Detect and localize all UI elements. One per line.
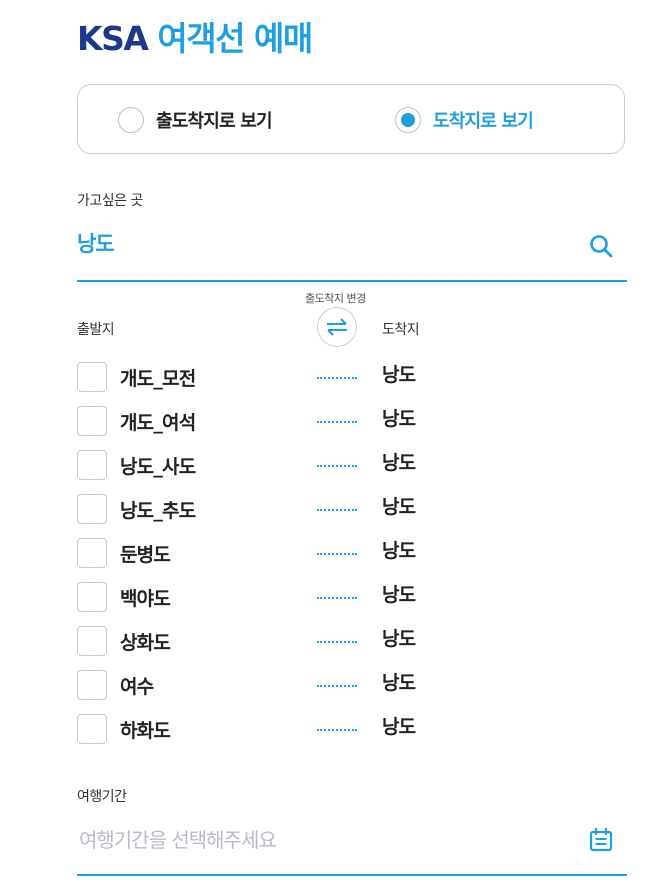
route-arrival: 낭도 <box>382 628 416 650</box>
route-arrival: 낭도 <box>382 540 416 562</box>
route-departure: 여수 <box>120 676 154 698</box>
route-connector <box>317 465 357 467</box>
route-arrival: 낭도 <box>382 716 416 738</box>
period-label: 여행기간 <box>77 789 127 805</box>
route-connector <box>317 597 357 599</box>
route-departure: 하화도 <box>120 720 171 742</box>
route-connector <box>317 729 357 731</box>
route-checkbox[interactable] <box>77 450 107 480</box>
swap-label: 출도착지 변경 <box>305 292 366 305</box>
destination-input[interactable]: 낭도 <box>77 228 115 258</box>
route-departure: 개도_모전 <box>120 368 196 390</box>
route-row[interactable]: 개도_모전 낭도 <box>0 362 672 406</box>
route-row[interactable]: 여수 낭도 <box>0 670 672 714</box>
route-arrival: 낭도 <box>382 672 416 694</box>
route-connector <box>317 421 357 423</box>
route-checkbox[interactable] <box>77 582 107 612</box>
view-mode-option-arrival[interactable]: 도착지로 보기 <box>395 105 534 135</box>
calendar-icon[interactable] <box>588 827 614 853</box>
swap-button[interactable] <box>317 307 357 347</box>
radio-checked-dot <box>401 113 415 127</box>
route-row[interactable]: 백야도 낭도 <box>0 582 672 626</box>
route-row[interactable]: 낭도_사도 낭도 <box>0 450 672 494</box>
departure-column-header: 출발지 <box>77 322 115 338</box>
route-connector <box>317 641 357 643</box>
route-departure: 낭도_추도 <box>120 500 196 522</box>
route-row[interactable]: 낭도_추도 낭도 <box>0 494 672 538</box>
title-ksa: KSA <box>77 19 149 58</box>
route-arrival: 낭도 <box>382 584 416 606</box>
route-connector <box>317 377 357 379</box>
swap-arrows-icon <box>327 318 347 336</box>
view-mode-option-label: 도착지로 보기 <box>433 111 534 132</box>
route-row[interactable]: 개도_여석 낭도 <box>0 406 672 450</box>
view-mode-option-both[interactable]: 출도착지로 보기 <box>118 105 273 135</box>
route-departure: 개도_여석 <box>120 412 196 434</box>
route-arrival: 낭도 <box>382 408 416 430</box>
route-departure: 백야도 <box>120 588 171 610</box>
route-arrival: 낭도 <box>382 364 416 386</box>
radio-button-checked[interactable] <box>395 107 421 133</box>
arrival-column-header: 도착지 <box>382 322 420 338</box>
title-service: 여객선 예매 <box>157 19 313 58</box>
route-connector <box>317 553 357 555</box>
route-checkbox[interactable] <box>77 714 107 744</box>
route-departure: 둔병도 <box>120 544 171 566</box>
route-checkbox[interactable] <box>77 670 107 700</box>
route-checkbox[interactable] <box>77 626 107 656</box>
route-arrival: 낭도 <box>382 452 416 474</box>
period-underline <box>77 874 627 876</box>
route-connector <box>317 509 357 511</box>
route-checkbox[interactable] <box>77 362 107 392</box>
route-checkbox[interactable] <box>77 538 107 568</box>
route-checkbox[interactable] <box>77 494 107 524</box>
route-checkbox[interactable] <box>77 406 107 436</box>
route-arrival: 낭도 <box>382 496 416 518</box>
route-row[interactable]: 둔병도 낭도 <box>0 538 672 582</box>
page-title: KSA 여객선 예매 <box>77 12 313 60</box>
view-mode-selector: 출도착지로 보기 도착지로 보기 <box>77 84 625 154</box>
search-icon[interactable] <box>588 233 614 259</box>
route-departure: 상화도 <box>120 632 171 654</box>
period-input[interactable]: 여행기간을 선택해주세요 <box>79 824 277 853</box>
route-row[interactable]: 상화도 낭도 <box>0 626 672 670</box>
route-departure: 낭도_사도 <box>120 456 196 478</box>
route-row[interactable]: 하화도 낭도 <box>0 714 672 758</box>
view-mode-option-label: 출도착지로 보기 <box>156 111 273 132</box>
route-connector <box>317 685 357 687</box>
destination-underline <box>77 280 627 282</box>
destination-label: 가고싶은 곳 <box>77 193 143 209</box>
radio-button-unchecked[interactable] <box>118 107 144 133</box>
